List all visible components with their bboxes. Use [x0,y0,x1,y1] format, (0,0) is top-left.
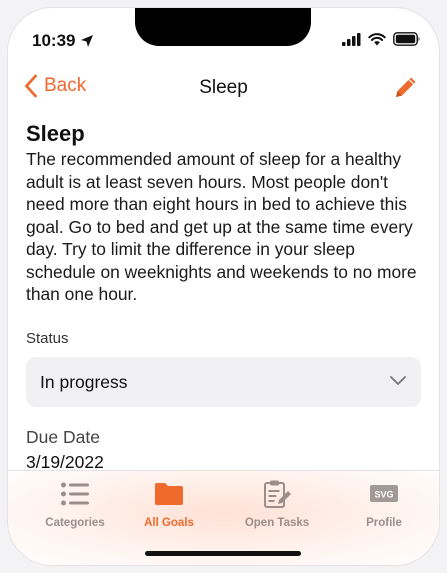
cellular-signal-icon [342,32,361,46]
tab-profile-label: Profile [366,517,402,529]
folder-icon [155,483,183,505]
chevron-down-icon [390,375,406,385]
tab-categories-label: Categories [45,517,105,529]
page-title: Sleep [199,77,248,98]
tab-open-tasks-label: Open Tasks [244,517,310,529]
status-select[interactable]: In progress [26,356,421,407]
status-label: Status [26,329,69,347]
status-time: 10:39 [32,31,94,51]
home-indicator [145,551,301,556]
goal-title: Sleep [26,121,85,146]
tab-profile[interactable]: SVG Profile [334,479,434,529]
list-icon [61,482,89,506]
status-icons [342,32,421,46]
svg-icon-text: SVG [374,490,393,500]
goal-detail: Sleep The recommended amount of sleep fo… [26,120,421,473]
battery-icon [393,32,420,46]
tab-open-tasks[interactable]: Open Tasks [227,479,327,529]
status-select-value: In progress [40,371,128,392]
navigation-bar: Back Sleep [8,70,439,114]
phone-frame: 10:39 Back Sleep Sleep The recommended a… [8,8,439,565]
tab-categories[interactable]: Categories [25,479,125,529]
location-arrow-icon [81,35,94,47]
status-bar: 10:39 [8,8,439,68]
wifi-icon [368,32,386,45]
svg-icon: SVG [370,485,398,502]
goal-description: The recommended amount of sleep for a he… [26,149,417,304]
tab-all-goals[interactable]: All Goals [119,479,219,529]
due-date-label: Due Date [26,426,100,447]
clipboard-icon [264,480,291,508]
status-time-text: 10:39 [32,31,76,50]
edit-button[interactable] [393,74,419,105]
tab-all-goals-label: All Goals [144,517,194,529]
pencil-icon [396,77,416,97]
